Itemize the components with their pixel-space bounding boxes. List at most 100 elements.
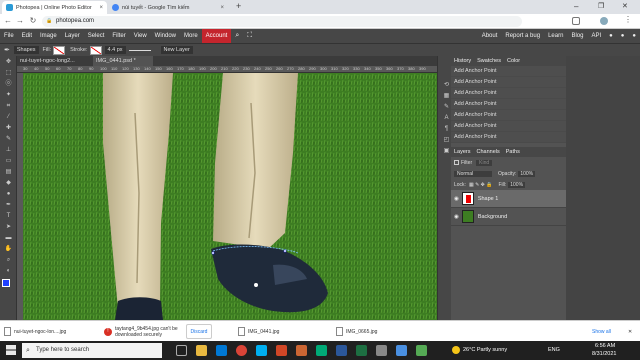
eyedropper-tool-icon[interactable]: ⁄ bbox=[1, 112, 16, 122]
word-icon[interactable] bbox=[336, 345, 347, 356]
search-icon[interactable]: ⌕ bbox=[231, 29, 243, 43]
twitter-icon[interactable]: ● bbox=[617, 29, 629, 43]
clock-date[interactable]: 8/31/2021 bbox=[592, 351, 616, 357]
menu-layer[interactable]: Layer bbox=[61, 29, 84, 43]
language-indicator[interactable]: ENG bbox=[548, 347, 560, 353]
tab-google-search[interactable]: núi tuyết - Google Tìm kiếm × bbox=[108, 1, 228, 14]
app-icon[interactable] bbox=[416, 345, 427, 356]
zalo-icon[interactable] bbox=[316, 345, 327, 356]
type-tool-icon[interactable]: T bbox=[1, 211, 16, 221]
blur-tool-icon[interactable]: ◆ bbox=[1, 178, 16, 188]
tab-channels[interactable]: Channels bbox=[474, 149, 503, 155]
fullscreen-icon[interactable]: ⛶ bbox=[243, 29, 256, 43]
skype-icon[interactable] bbox=[256, 345, 267, 356]
file-explorer-icon[interactable] bbox=[196, 345, 207, 356]
doc-tab-nui-tuyet[interactable]: nui-tuyet-ngoc-long2... bbox=[17, 56, 92, 66]
hand-tool-icon[interactable]: ✋ bbox=[1, 244, 16, 254]
path-select-tool-icon[interactable]: ➤ bbox=[1, 222, 16, 232]
link-learn[interactable]: Learn bbox=[544, 29, 567, 43]
menu-edit[interactable]: Edit bbox=[18, 29, 36, 43]
app-icon[interactable] bbox=[376, 345, 387, 356]
move-tool-icon[interactable]: ✥ bbox=[1, 57, 16, 67]
color-swatches[interactable] bbox=[0, 277, 16, 299]
task-view-icon[interactable] bbox=[176, 345, 187, 356]
discard-button[interactable]: Discard bbox=[186, 324, 212, 339]
crop-tool-icon[interactable]: ⌗ bbox=[1, 101, 16, 111]
dodge-tool-icon[interactable]: ● bbox=[1, 189, 16, 199]
history-item[interactable]: Add Anchor Point bbox=[451, 66, 566, 77]
windows-start-icon[interactable] bbox=[6, 345, 16, 355]
eraser-tool-icon[interactable]: ▭ bbox=[1, 156, 16, 166]
menu-more[interactable]: More bbox=[180, 29, 202, 43]
back-arrow-icon[interactable]: ← bbox=[3, 16, 13, 26]
menu-filter[interactable]: Filter bbox=[108, 29, 129, 43]
powerpoint-icon[interactable] bbox=[276, 345, 287, 356]
visibility-eye-icon[interactable]: ◉ bbox=[454, 196, 459, 202]
history-item[interactable]: Add Anchor Point bbox=[451, 110, 566, 121]
tab-layers[interactable]: Layers bbox=[451, 149, 474, 155]
fill-input[interactable]: 100% bbox=[508, 181, 526, 188]
app-icon[interactable] bbox=[296, 345, 307, 356]
history-item[interactable]: Add Anchor Point bbox=[451, 88, 566, 99]
tab-swatches[interactable]: Swatches bbox=[474, 58, 504, 64]
extensions-icon[interactable] bbox=[572, 17, 580, 25]
link-api[interactable]: API bbox=[587, 29, 605, 43]
account-button[interactable]: Account bbox=[201, 29, 232, 43]
app-icon[interactable] bbox=[396, 345, 407, 356]
stroke-swatch[interactable] bbox=[89, 45, 102, 55]
download-item[interactable]: IMG_0441.jpg bbox=[238, 324, 318, 339]
minimize-button[interactable]: – bbox=[574, 2, 578, 11]
facebook-icon[interactable]: ● bbox=[628, 29, 640, 43]
zoom-tool-icon[interactable]: ⌕ bbox=[1, 255, 16, 265]
tab-photopea[interactable]: Photopea | Online Photo Editor × bbox=[2, 1, 107, 14]
stroke-width-input[interactable]: 4.4 px bbox=[104, 46, 126, 54]
reddit-icon[interactable]: ● bbox=[605, 29, 617, 43]
menu-select[interactable]: Select bbox=[84, 29, 109, 43]
layer-row-shape-1[interactable]: ◉ Shape 1 bbox=[451, 190, 566, 208]
taskbar-search-input[interactable]: ⌕ Type here to search bbox=[22, 343, 162, 358]
quick-mask-icon[interactable]: ◐ bbox=[1, 266, 16, 276]
history-item[interactable]: Add Anchor Point bbox=[451, 132, 566, 143]
foreground-color-swatch[interactable] bbox=[2, 279, 10, 287]
history-item[interactable]: Add Anchor Point bbox=[451, 77, 566, 88]
clock-time[interactable]: 6:56 AM bbox=[595, 343, 615, 349]
close-window-button[interactable]: ✕ bbox=[622, 2, 628, 10]
weather-text[interactable]: 26°C Partly sunny bbox=[463, 347, 507, 353]
gradient-tool-icon[interactable]: ▤ bbox=[1, 167, 16, 177]
reload-icon[interactable]: ↻ bbox=[28, 16, 38, 26]
kind-dropdown[interactable]: Kind bbox=[476, 159, 493, 166]
link-about[interactable]: About bbox=[478, 29, 502, 43]
restore-button[interactable]: ❐ bbox=[598, 2, 604, 10]
new-tab-button[interactable]: + bbox=[236, 1, 241, 11]
blend-mode-dropdown[interactable]: Normal bbox=[454, 170, 492, 177]
new-layer-dropdown[interactable]: New Layer bbox=[160, 46, 193, 54]
menu-dots-icon[interactable]: ⋮ bbox=[624, 15, 632, 24]
fill-swatch[interactable] bbox=[53, 45, 66, 55]
download-item[interactable]: nui-tuyet-ngoc-lon....jpg bbox=[4, 324, 94, 339]
marquee-tool-icon[interactable]: ⬚ bbox=[1, 68, 16, 78]
lock-pixels-icon[interactable]: ▦ ✎ ✥ 🔒 bbox=[469, 182, 493, 188]
image-canvas[interactable] bbox=[23, 73, 437, 320]
close-tab-icon[interactable]: × bbox=[99, 5, 103, 11]
tab-history[interactable]: History bbox=[451, 58, 474, 64]
menu-view[interactable]: View bbox=[130, 29, 151, 43]
pen-tool-icon[interactable]: ✒ bbox=[1, 200, 16, 210]
close-downloads-icon[interactable]: ✕ bbox=[628, 324, 636, 339]
stroke-style-dropdown[interactable] bbox=[128, 49, 151, 51]
doc-tab-img0441[interactable]: IMG_0441.psd * bbox=[93, 56, 153, 66]
weather-icon[interactable] bbox=[452, 346, 460, 354]
menu-window[interactable]: Window bbox=[151, 29, 180, 43]
magic-wand-tool-icon[interactable]: ✦ bbox=[1, 90, 16, 100]
chrome-icon[interactable] bbox=[236, 345, 247, 356]
forward-arrow-icon[interactable]: → bbox=[15, 16, 25, 26]
tab-color[interactable]: Color bbox=[504, 58, 523, 64]
shape-tool-icon[interactable]: ▬ bbox=[1, 233, 16, 243]
tab-paths[interactable]: Paths bbox=[503, 149, 523, 155]
clone-stamp-icon[interactable]: ⊥ bbox=[1, 145, 16, 155]
store-icon[interactable] bbox=[216, 345, 227, 356]
download-item[interactable]: IMG_0665.jpg bbox=[336, 324, 416, 339]
healing-brush-icon[interactable]: ✚ bbox=[1, 123, 16, 133]
history-item[interactable]: Add Anchor Point bbox=[451, 99, 566, 110]
visibility-eye-icon[interactable]: ◉ bbox=[454, 214, 459, 220]
menu-image[interactable]: Image bbox=[36, 29, 61, 43]
